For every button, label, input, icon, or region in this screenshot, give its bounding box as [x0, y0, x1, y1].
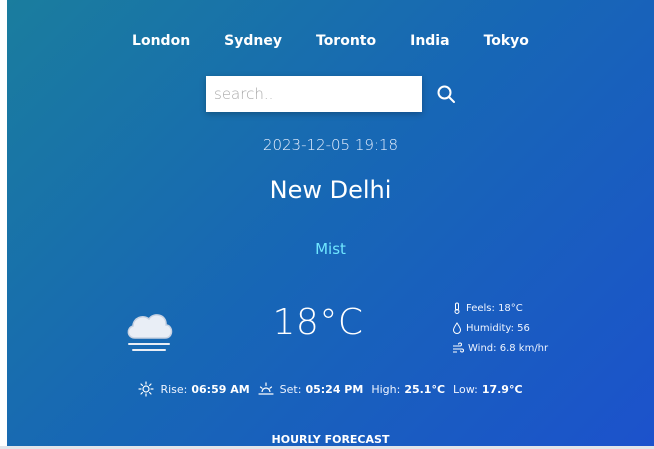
- humidity-row: Humidity: 56: [452, 318, 548, 338]
- low-value: 17.9°C: [481, 382, 523, 396]
- search-bar: [206, 76, 458, 112]
- high-item: High: 25.1°C: [371, 383, 445, 396]
- sunset-icon: [258, 382, 274, 395]
- weather-condition: Mist: [315, 240, 346, 258]
- sunrise-label: Rise:: [160, 382, 188, 396]
- city-nav: London Sydney Toronto India Tokyo: [7, 33, 654, 49]
- city-link-india[interactable]: India: [410, 33, 449, 49]
- city-link-sydney[interactable]: Sydney: [224, 33, 282, 49]
- weather-details: Feels: 18°C Humidity: 56 Wind: 6.8 km/hr: [452, 298, 548, 358]
- high-label: High:: [371, 382, 401, 396]
- weather-panel: London Sydney Toronto India Tokyo 2023-1…: [7, 0, 654, 446]
- wind-label: Wind:: [468, 342, 497, 354]
- location-name: New Delhi: [269, 176, 392, 204]
- wind-value: 6.8 km/hr: [499, 342, 549, 354]
- feels-value: 18°C: [498, 302, 523, 314]
- sunrise-value: 06:59 AM: [191, 382, 250, 396]
- low-item: Low: 17.9°C: [453, 383, 523, 396]
- city-link-tokyo[interactable]: Tokyo: [484, 33, 529, 49]
- feels-label: Feels:: [466, 302, 495, 314]
- sunrise-icon: [138, 381, 155, 397]
- droplet-icon: [452, 322, 462, 334]
- thermometer-icon: [454, 302, 460, 314]
- search-icon[interactable]: [434, 82, 458, 106]
- city-link-london[interactable]: London: [132, 33, 190, 49]
- humidity-label: Humidity:: [466, 322, 514, 334]
- search-input[interactable]: [206, 76, 422, 112]
- low-label: Low:: [453, 382, 478, 396]
- feels-like-row: Feels: 18°C: [452, 298, 548, 318]
- sun-and-range-row: Rise: 06:59 AM Set: 05:24 PM High: 25.1°C L…: [7, 381, 654, 397]
- high-value: 25.1°C: [404, 382, 446, 396]
- wind-icon: [453, 342, 464, 353]
- wind-row: Wind: 6.8 km/hr: [452, 338, 548, 358]
- humidity-value: 56: [517, 322, 530, 334]
- city-link-toronto[interactable]: Toronto: [316, 33, 376, 49]
- sunset-value: 05:24 PM: [305, 382, 364, 396]
- sunset-label: Set:: [279, 382, 302, 396]
- sunset-item: Set: 05:24 PM: [258, 381, 364, 397]
- hourly-forecast-title: HOURLY FORECAST: [271, 433, 390, 446]
- local-datetime: 2023-12-05 19:18: [262, 136, 399, 154]
- sunrise-item: Rise: 06:59 AM: [138, 381, 250, 397]
